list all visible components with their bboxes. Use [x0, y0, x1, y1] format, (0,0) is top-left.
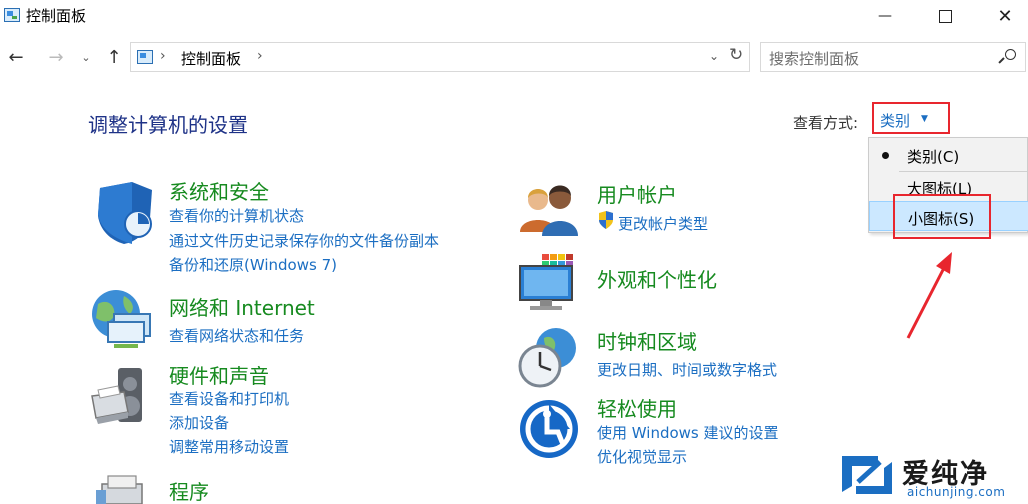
link-network-status[interactable]: 查看网络状态和任务 [169, 325, 304, 346]
control-panel-icon [4, 8, 20, 22]
minimize-icon: — [878, 8, 892, 24]
back-button[interactable]: ← [4, 44, 28, 70]
control-panel-small-icon [137, 50, 153, 64]
breadcrumb-separator-icon: › [160, 48, 166, 64]
breadcrumb-chevron-icon[interactable]: › [257, 48, 263, 64]
radio-selected-icon [882, 152, 889, 159]
forward-button[interactable]: → [44, 44, 68, 70]
network-globe-icon[interactable] [88, 288, 158, 350]
annotation-arrow-icon [906, 252, 952, 339]
link-devices-printers[interactable]: 查看设备和打印机 [169, 388, 289, 409]
close-button[interactable]: ✕ [982, 0, 1028, 32]
recent-locations-button[interactable]: ⌄ [78, 44, 94, 70]
search-input[interactable]: 搜索控制面板 [769, 48, 859, 69]
menu-item-category[interactable]: 类别(C) [869, 140, 1028, 170]
link-change-account-type[interactable]: 更改帐户类型 [618, 213, 708, 234]
annotation-highlight-box [893, 194, 991, 239]
monitor-palette-icon[interactable] [518, 250, 584, 312]
caret-down-icon: ▼ [921, 114, 928, 124]
programs-icon[interactable] [88, 470, 158, 504]
link-add-device[interactable]: 添加设备 [169, 412, 229, 433]
search-box[interactable]: 搜索控制面板 [760, 42, 1026, 72]
up-button[interactable]: ↑ [102, 44, 126, 70]
breadcrumb-control-panel[interactable]: 控制面板 [181, 48, 241, 69]
maximize-button[interactable] [922, 0, 968, 32]
watermark-url: aichunjing.com [907, 485, 1006, 499]
view-by-value: 类别 [880, 112, 911, 130]
watermark-logo-icon [842, 456, 892, 494]
category-system-security[interactable]: 系统和安全 [169, 176, 269, 205]
link-mobility-settings[interactable]: 调整常用移动设置 [169, 436, 289, 457]
ease-of-access-icon[interactable] [518, 398, 580, 460]
refresh-icon[interactable]: ↻ [729, 45, 743, 65]
category-user-accounts[interactable]: 用户帐户 [597, 179, 677, 208]
menu-item-label: 类别(C) [907, 148, 960, 166]
chevron-down-icon: ⌄ [81, 50, 91, 64]
clock-globe-icon[interactable] [518, 326, 580, 388]
category-hardware-sound[interactable]: 硬件和声音 [169, 360, 269, 389]
navigation-bar: ← → ⌄ ↑ › 控制面板 › ⌄ ↻ 搜索控制面板 [0, 40, 1028, 74]
category-ease-of-access[interactable]: 轻松使用 [597, 393, 677, 422]
category-clock-region[interactable]: 时钟和区域 [597, 326, 697, 355]
uac-shield-icon [599, 211, 613, 229]
window-title: 控制面板 [26, 7, 87, 25]
minimize-button[interactable]: — [862, 0, 908, 32]
shield-icon[interactable] [92, 180, 158, 246]
users-icon[interactable] [518, 182, 580, 238]
link-backup-restore[interactable]: 备份和还原(Windows 7) [169, 254, 337, 275]
printer-speaker-icon[interactable] [88, 362, 158, 432]
close-icon: ✕ [997, 5, 1013, 27]
maximize-icon [938, 9, 952, 23]
arrow-right-icon: → [48, 46, 64, 68]
arrow-left-icon: ← [8, 46, 24, 68]
view-by-dropdown[interactable]: 类别 ▼ [872, 102, 950, 134]
link-change-date-time-format[interactable]: 更改日期、时间或数字格式 [597, 359, 777, 380]
link-file-history-backup[interactable]: 通过文件历史记录保存你的文件备份副本 [169, 230, 439, 251]
title-bar: 控制面板 — ✕ [0, 0, 1028, 32]
page-title: 调整计算机的设置 [88, 113, 248, 137]
search-icon[interactable] [998, 49, 1018, 67]
category-appearance-personalization[interactable]: 外观和个性化 [597, 264, 717, 293]
category-programs[interactable]: 程序 [169, 476, 209, 504]
link-windows-recommended-settings[interactable]: 使用 Windows 建议的设置 [597, 422, 779, 443]
address-bar[interactable]: › 控制面板 › ⌄ ↻ [130, 42, 750, 72]
link-optimize-visual-display[interactable]: 优化视觉显示 [597, 446, 687, 467]
link-view-computer-status[interactable]: 查看你的计算机状态 [169, 205, 304, 226]
arrow-up-icon: ↑ [106, 46, 122, 68]
address-dropdown-icon[interactable]: ⌄ [709, 49, 719, 63]
category-network-internet[interactable]: 网络和 Internet [169, 292, 315, 321]
view-by-label: 查看方式: [793, 114, 859, 132]
